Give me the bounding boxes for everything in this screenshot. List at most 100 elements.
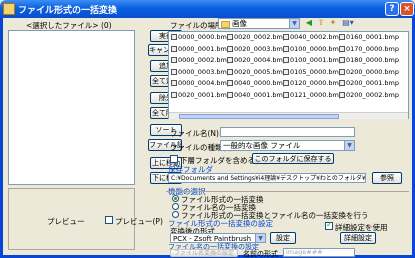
detail-settings-checkbox[interactable] — [325, 220, 333, 230]
file-item[interactable]: 0200_0000.bmp — [339, 67, 399, 76]
preview-label: プレビュー — [47, 217, 85, 226]
file-item[interactable]: 0180_0000.bmp — [339, 57, 399, 64]
file-name: 0100_0000.bmp — [290, 44, 343, 53]
up-folder-icon[interactable]: ⇧ — [316, 18, 326, 28]
file-name: 0105_0000.bmp — [290, 67, 343, 76]
file-item[interactable]: 0121_0000.bmp — [283, 90, 343, 99]
save-to-folder-button[interactable]: このフォルダに保存する — [252, 153, 334, 164]
file-item[interactable]: 0020_0001.bmp — [171, 90, 231, 99]
file-item[interactable]: 0105_0000.bmp — [283, 67, 343, 76]
bitmap-file-icon — [171, 34, 177, 40]
filetype-value: 一般的な画像 ファイル — [223, 141, 301, 150]
file-item[interactable]: 0040_0002.bmp — [283, 34, 343, 41]
file-name: 0100_0001.bmp — [290, 56, 343, 64]
file-name: 0120_0000.bmp — [290, 79, 343, 87]
preview-checkbox[interactable] — [105, 216, 113, 224]
close-button[interactable]: × — [400, 2, 414, 16]
format-settings-button[interactable]: 設定 — [270, 232, 296, 244]
radio-format-convert[interactable] — [172, 195, 179, 202]
file-item[interactable]: 0120_0000.bmp — [283, 80, 343, 87]
file-name: 0020_0001.bmp — [178, 90, 231, 99]
bitmap-file-icon — [227, 68, 233, 75]
bitmap-file-icon — [227, 80, 233, 86]
file-name: 0020_0003.bmp — [234, 44, 287, 53]
file-item[interactable]: 0160_0001.bmp — [339, 34, 399, 41]
folder-icon — [221, 20, 230, 28]
bitmap-file-icon — [339, 68, 345, 75]
file-item[interactable]: 0000_0004.bmp — [171, 80, 231, 87]
help-button[interactable]: ? — [385, 2, 399, 16]
bitmap-file-icon — [283, 80, 289, 86]
file-name: 0121_0000.bmp — [290, 90, 343, 99]
divider — [166, 191, 409, 192]
file-name: 0020_0002.bmp — [234, 33, 287, 41]
location-combo[interactable]: 画像 ▼ — [218, 18, 300, 29]
bitmap-file-icon — [339, 91, 345, 98]
file-name: 0160_0001.bmp — [346, 33, 399, 41]
bitmap-file-icon — [171, 57, 177, 63]
file-item[interactable]: 0000_0001.bmp — [171, 44, 231, 53]
name-format-label: 名前の形式 — [243, 250, 278, 258]
location-value: 画像 — [232, 19, 247, 28]
bitmap-file-icon — [283, 57, 289, 63]
chevron-down-icon[interactable]: ▼ — [344, 141, 354, 150]
detail-settings-button[interactable]: 詳細設定 — [340, 232, 376, 244]
file-item[interactable]: 0000_0002.bmp — [171, 57, 231, 64]
save-folder-path[interactable]: C:¥Documents and Settings¥i4理論¥デスクトップ¥わと… — [168, 173, 366, 183]
new-folder-icon[interactable]: ✦ — [328, 18, 338, 28]
file-name: 0180_0000.bmp — [346, 56, 399, 64]
file-item[interactable]: 0100_0001.bmp — [283, 57, 343, 64]
horizontal-scrollbar[interactable] — [169, 112, 408, 119]
file-name: 0000_0002.bmp — [178, 56, 231, 64]
file-name: 0200_0002.bmp — [346, 90, 399, 99]
radio-name-convert[interactable] — [172, 203, 179, 210]
bitmap-file-icon — [283, 91, 289, 98]
bitmap-file-icon — [171, 68, 177, 75]
bitmap-file-icon — [283, 45, 289, 52]
file-name: 0200_0000.bmp — [346, 67, 399, 76]
file-item[interactable]: 0020_0003.bmp — [227, 44, 287, 53]
window-title: ファイル形式の一括変換 — [18, 6, 118, 16]
file-item[interactable]: 0020_0002.bmp — [227, 34, 287, 41]
file-item[interactable]: 0040_0001.bmp — [227, 90, 287, 99]
file-name: 0040_0002.bmp — [290, 33, 343, 41]
bitmap-file-icon — [227, 45, 233, 52]
back-icon[interactable]: ◀ — [304, 18, 314, 28]
name-format-input[interactable]: image### — [283, 248, 355, 257]
file-name: 0000_0004.bmp — [178, 79, 231, 87]
bitmap-file-icon — [339, 80, 345, 86]
file-item[interactable]: 0170_0000.bmp — [339, 44, 399, 53]
file-name: 0020_0005.bmp — [234, 67, 287, 76]
chevron-down-icon[interactable]: ▼ — [289, 19, 299, 28]
rename-settings-button[interactable]: ファイル名変換の設定 — [170, 249, 238, 257]
radio-both-convert[interactable] — [172, 211, 179, 218]
scrollbar-thumb[interactable] — [179, 114, 339, 119]
file-name: 0000_0001.bmp — [178, 44, 231, 53]
chevron-down-icon[interactable]: ▼ — [255, 234, 265, 242]
bitmap-file-icon — [339, 34, 345, 40]
filetype-combo[interactable]: 一般的な画像 ファイル ▼ — [220, 140, 355, 151]
view-menu-icon[interactable]: ▤▾ — [341, 18, 355, 28]
bitmap-file-icon — [227, 57, 233, 63]
file-name: 0170_0000.bmp — [346, 44, 399, 53]
file-item[interactable]: 0020_0005.bmp — [227, 67, 287, 76]
bitmap-file-icon — [227, 34, 233, 40]
file-item[interactable]: 0000_0003.bmp — [171, 67, 231, 76]
file-item[interactable]: 0200_0001.bmp — [339, 80, 399, 87]
bitmap-file-icon — [283, 68, 289, 75]
subfolder-checkbox[interactable] — [170, 155, 178, 163]
file-name: 0040_0001.bmp — [234, 90, 287, 99]
file-item[interactable]: 0040_0000.bmp — [227, 80, 287, 87]
bitmap-file-icon — [171, 45, 177, 52]
file-item[interactable]: 0200_0002.bmp — [339, 90, 399, 99]
file-item[interactable]: 0100_0000.bmp — [283, 44, 343, 53]
browse-button[interactable]: 参照 — [372, 172, 402, 184]
filename-label: ファイル名(N): — [170, 129, 222, 138]
filename-input[interactable] — [220, 127, 355, 137]
file-item[interactable]: 0020_0004.bmp — [227, 57, 287, 64]
selected-files-list[interactable] — [8, 30, 135, 185]
file-name: 0000_0003.bmp — [178, 67, 231, 76]
file-item[interactable]: 0000_0000.bmp — [171, 34, 231, 41]
bitmap-file-icon — [339, 45, 345, 52]
file-name: 0000_0000.bmp — [178, 33, 231, 41]
